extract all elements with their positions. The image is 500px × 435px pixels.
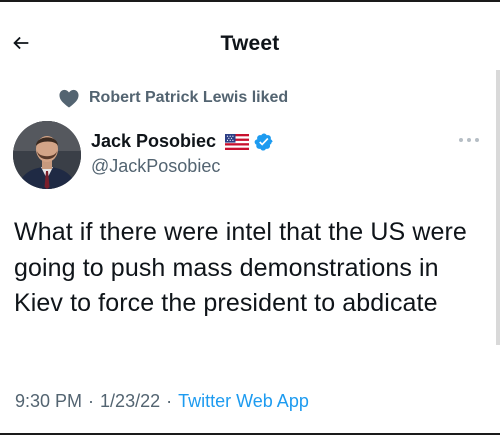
author-name: Jack Posobiec bbox=[91, 131, 217, 151]
tweet-screen: Tweet Robert Patrick Lewis liked Jack Po… bbox=[0, 0, 500, 435]
verified-badge-icon bbox=[249, 132, 274, 152]
author-handle[interactable]: @JackPosobiec bbox=[91, 156, 220, 177]
header: Tweet bbox=[0, 18, 500, 68]
top-divider bbox=[0, 0, 500, 2]
more-options-icon bbox=[458, 137, 480, 143]
tweet-time[interactable]: 9:30 PM bbox=[15, 391, 82, 412]
heart-icon bbox=[58, 88, 89, 108]
tweet-date[interactable]: 1/23/22 bbox=[100, 391, 160, 412]
tweet-source-link[interactable]: Twitter Web App bbox=[178, 391, 309, 412]
more-options-button[interactable] bbox=[452, 130, 486, 150]
page-title: Tweet bbox=[220, 32, 280, 55]
tweet-meta: 9:30 PM · 1/23/22 · Twitter Web App bbox=[15, 391, 309, 412]
meta-separator: · bbox=[88, 391, 95, 411]
social-context[interactable]: Robert Patrick Lewis liked bbox=[58, 86, 288, 110]
tweet-text: What if there were intel that the US wer… bbox=[14, 218, 467, 317]
us-flag-icon bbox=[216, 133, 250, 150]
author-name-row[interactable]: Jack Posobiec bbox=[91, 131, 274, 152]
scrollbar[interactable] bbox=[496, 70, 500, 345]
meta-separator: · bbox=[166, 391, 173, 411]
avatar[interactable] bbox=[13, 121, 81, 189]
social-context-text: Robert Patrick Lewis liked bbox=[89, 89, 289, 106]
